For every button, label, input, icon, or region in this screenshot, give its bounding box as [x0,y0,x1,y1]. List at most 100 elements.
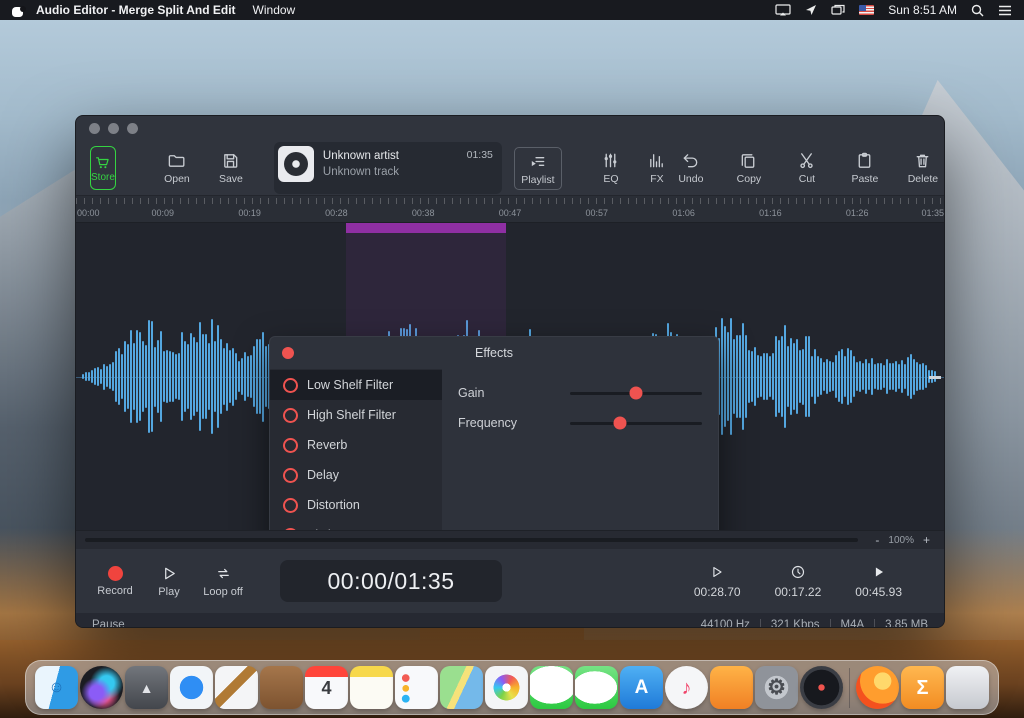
effect-param-label: Gain [458,386,485,400]
eq-button[interactable]: EQ [594,151,628,185]
reminders-dock-icon[interactable] [395,666,438,709]
play-label: Play [158,585,180,598]
file-info: 44100 Hz 321 Kbps M4A 3.85 MB [701,619,928,627]
trash-dock-icon[interactable] [946,666,989,709]
app-store-dock-icon[interactable]: A [620,666,663,709]
store-label: Store [91,171,115,183]
effects-dialog-title: Effects [475,346,513,360]
record-button[interactable]: Record [94,555,136,607]
effect-filter-item[interactable]: Low Shelf Filter [270,370,442,400]
audio-editor-dock-icon[interactable] [800,666,843,709]
effect-filter-item[interactable]: High Shelf Filter [270,400,442,430]
siri-dock-icon[interactable] [80,666,123,709]
disc-icon [277,146,314,182]
menu-app-name[interactable]: Audio Editor - Merge Split And Edit [36,3,236,17]
finder-dock-icon[interactable]: ☺ [35,666,78,709]
floppy-icon [224,154,238,168]
timeline-ruler[interactable]: 00:00 00:09 00:19 00:28 00:38 00:47 00:57 01:06… [76,195,944,223]
facetime-dock-icon[interactable] [575,666,618,709]
effect-slider[interactable] [570,386,702,400]
slider-knob[interactable] [629,386,643,400]
play-button[interactable]: Play [148,555,190,607]
copy-label: Copy [736,173,762,185]
location-icon[interactable] [805,4,817,16]
toolbar: Store Open Save Unknown artist Unknown t… [76,141,944,195]
paste-label: Paste [851,173,879,185]
selection-start-marker[interactable]: 00:28.70 [694,564,741,599]
delete-button[interactable]: Delete [906,151,940,185]
paste-button[interactable]: Paste [848,151,882,185]
close-button[interactable] [89,123,100,134]
firefox-dock-icon[interactable] [856,666,899,709]
contacts-dock-icon[interactable] [260,666,303,709]
horizontal-scrollbar[interactable] [85,538,859,542]
effects-dialog: Effects Low Shelf Filter High Shelf Filt… [269,336,719,530]
waveform-area[interactable]: Effects Low Shelf Filter High Shelf Filt… [76,223,944,530]
notes-dock-icon[interactable] [350,666,393,709]
copy-button[interactable]: Copy [732,151,766,185]
clipboard-icon [859,152,871,168]
books-dock-icon[interactable] [710,666,753,709]
effect-filter-item[interactable]: Delay [270,460,442,490]
store-button[interactable]: Store [90,146,116,190]
sigma-app-dock-icon[interactable]: Σ [901,666,944,709]
loop-button[interactable]: Loop off [202,555,244,607]
calendar-dock-icon[interactable]: 4 [305,666,348,709]
undo-icon [684,154,698,168]
loop-icon [217,568,229,578]
zoom-in-button[interactable]: + [918,533,935,547]
selection-length-marker[interactable]: 00:17.22 [775,564,821,599]
track-info-panel: Unknown artist Unknown track 01:35 [273,142,502,194]
zoom-button[interactable] [127,123,138,134]
effect-filter-label: Low Shelf Filter [307,378,394,392]
maps-dock-icon[interactable] [440,666,483,709]
menu-clock[interactable]: Sun 8:51 AM [888,3,957,17]
effect-filter-label: Delay [307,468,339,482]
fx-button[interactable]: FX [640,151,674,185]
radio-icon [283,407,298,423]
file-info-item: 321 Kbps [750,619,820,627]
effects-filter-list: Low Shelf Filter High Shelf Filter Rever… [270,369,442,530]
spotlight-search-icon[interactable] [971,4,984,17]
end-marker [929,375,941,379]
menu-list-icon[interactable] [998,5,1012,16]
effect-filter-item[interactable]: Reverb [270,430,442,460]
system-preferences-dock-icon[interactable]: ⚙ [755,666,798,709]
windows-stack-icon[interactable] [831,4,845,16]
open-button[interactable]: Open [160,151,194,185]
safari-dock-icon[interactable] [170,666,213,709]
zoom-out-button[interactable]: - [870,533,884,547]
menu-window[interactable]: Window [253,3,296,17]
play-icon [164,567,175,579]
dialog-close-button[interactable] [282,347,294,359]
effect-filter-item[interactable]: Pitch [270,520,442,530]
itunes-dock-icon[interactable]: ♪ [665,666,708,709]
messages-dock-icon[interactable] [530,666,573,709]
launchpad-dock-icon[interactable]: ▲ [125,666,168,709]
save-button[interactable]: Save [214,151,248,185]
ruler-tick: 01:26 [845,208,869,218]
undo-button[interactable]: Undo [674,151,708,185]
track-artist: Unknown artist [322,150,399,162]
keyboard-language-flag-icon[interactable] [859,5,875,15]
open-label: Open [164,173,190,185]
slider-knob[interactable] [613,416,627,430]
playlist-button[interactable]: Playlist [513,146,562,190]
cut-button[interactable]: Cut [790,151,824,185]
minimize-button[interactable] [108,123,119,134]
ruler-tick: 00:47 [498,208,522,218]
effect-filter-item[interactable]: Distortion [270,490,442,520]
screen-mirroring-icon[interactable] [775,4,791,16]
radio-icon [283,377,298,393]
apple-menu-icon[interactable] [12,4,26,17]
selection-end-marker[interactable]: 00:45.93 [855,564,902,599]
status-bar: Pause 44100 Hz 321 Kbps M4A 3.85 MB [76,613,944,627]
play-outline-icon [713,566,722,577]
radio-icon [283,497,298,513]
photos-dock-icon[interactable] [485,666,528,709]
pages-dock-icon[interactable] [215,666,258,709]
effect-slider[interactable] [570,416,702,430]
ruler-tick: 01:16 [759,208,782,218]
selection-markers: 00:28.70 00:17.22 00:45.93 [694,564,902,599]
dock-divider [849,667,850,708]
